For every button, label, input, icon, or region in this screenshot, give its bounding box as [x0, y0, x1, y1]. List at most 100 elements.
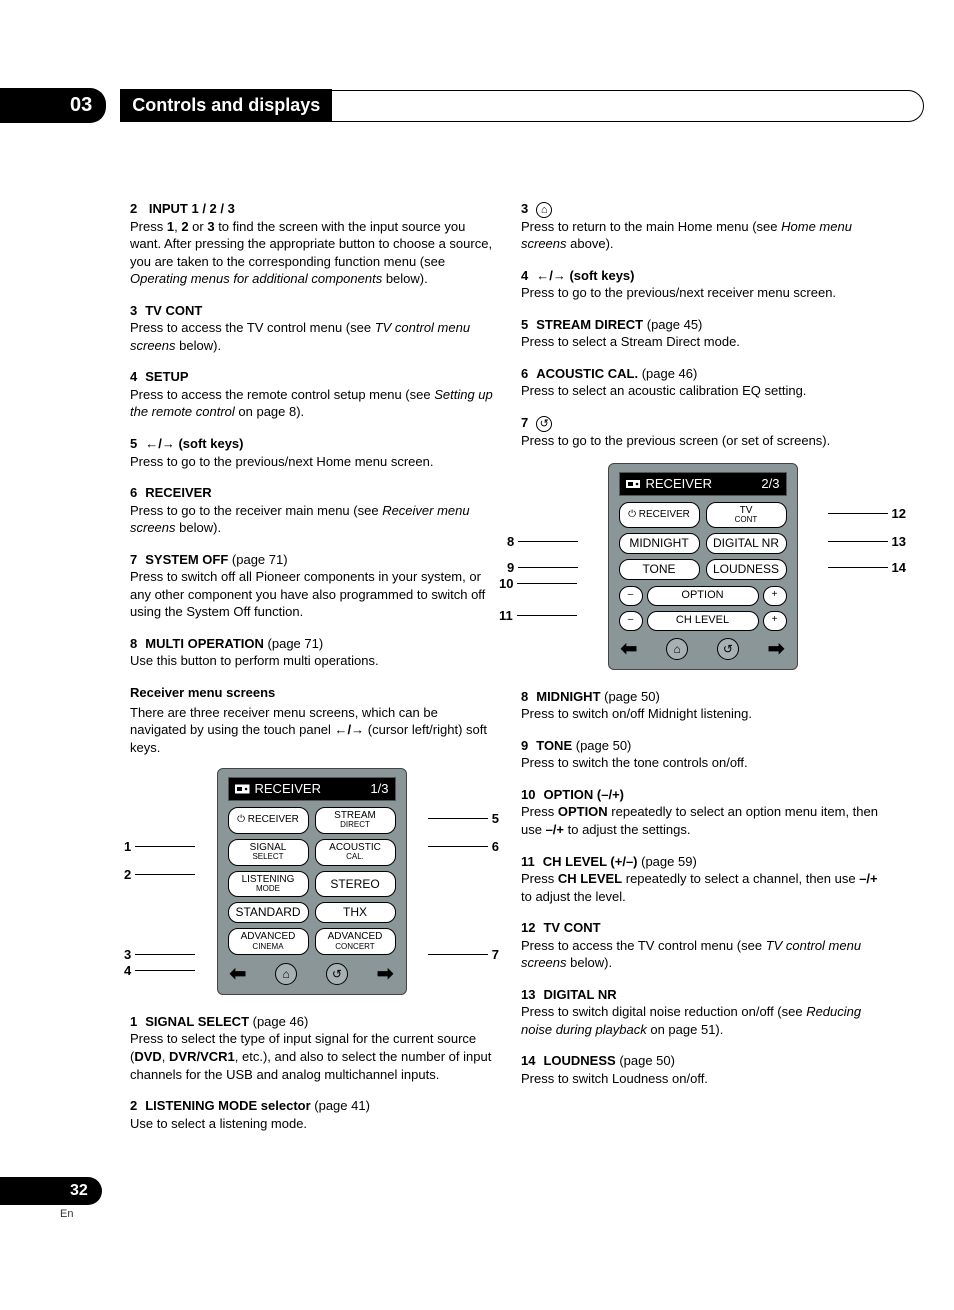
- item-systemoff: 7SYSTEM OFF (page 71) Press to switch of…: [130, 551, 493, 621]
- item-body: Press to switch the tone controls on/off…: [521, 754, 884, 772]
- btn-advanced-cinema[interactable]: ADVANCEDCINEMA: [228, 928, 309, 955]
- btn-standard[interactable]: STANDARD: [228, 902, 309, 923]
- item-chlevel: 11CH LEVEL (+/–) (page 59) Press CH LEVE…: [521, 853, 884, 906]
- text: to adjust the settings.: [564, 822, 690, 837]
- text: below).: [567, 955, 613, 970]
- btn-option-minus[interactable]: –: [619, 586, 643, 606]
- remote-figure-1: 1 2 3 4 5 6 7 RECEIVER 1/3 ⏻ RECEIVER ST…: [130, 768, 493, 995]
- btn-advanced-concert[interactable]: ADVANCEDCONCERT: [315, 928, 396, 955]
- callout-8: 8: [507, 533, 578, 551]
- btn-listening-mode[interactable]: LISTENINGMODE: [228, 871, 309, 898]
- btn-chlevel-minus[interactable]: –: [619, 611, 643, 631]
- btn-option[interactable]: OPTION: [647, 586, 759, 606]
- page-ref: (page 41): [311, 1098, 370, 1113]
- item-number: 9: [521, 738, 528, 753]
- item-title: MULTI OPERATION: [145, 636, 264, 651]
- page-ref: (page 50): [616, 1053, 675, 1068]
- btn-option-plus[interactable]: +: [763, 586, 787, 606]
- btn-midnight[interactable]: MIDNIGHT: [619, 533, 700, 554]
- item-body: Press to select a Stream Direct mode.: [521, 333, 884, 351]
- item-softkeys-left: 5←/→ (soft keys) Press to go to the prev…: [130, 435, 493, 470]
- chapter-title: Controls and displays: [120, 89, 332, 121]
- callout-5: 5: [428, 810, 499, 828]
- nav-left-icon[interactable]: ⬅: [230, 961, 247, 988]
- text: above).: [567, 236, 614, 251]
- item-tone: 9TONE (page 50) Press to switch the tone…: [521, 737, 884, 772]
- section-receiver-menu: Receiver menu screens: [130, 684, 493, 702]
- btn-receiver-power[interactable]: ⏻ RECEIVER: [228, 807, 309, 834]
- arrows-icon: ←/→: [536, 268, 566, 283]
- remote-title-row: RECEIVER 2/3: [619, 472, 787, 496]
- nav-left-icon[interactable]: ⬅: [621, 636, 638, 663]
- home-icon: ⌂: [536, 202, 552, 218]
- item-title: ACOUSTIC CAL.: [536, 366, 638, 381]
- btn-digital-nr[interactable]: DIGITAL NR: [706, 533, 787, 554]
- chapter-number-badge: 03: [0, 88, 106, 123]
- item-number: 11: [521, 854, 535, 869]
- text: Press to access the TV control menu (see: [521, 938, 766, 953]
- btn-loudness[interactable]: LOUDNESS: [706, 559, 787, 580]
- btn-tone[interactable]: TONE: [619, 559, 700, 580]
- item-title: (soft keys): [175, 436, 244, 451]
- callout-6: 6: [428, 838, 499, 856]
- back-icon[interactable]: ↺: [326, 963, 348, 985]
- text: Press to return to the main Home menu (s…: [521, 219, 781, 234]
- text: on page 51).: [647, 1022, 724, 1037]
- btn-stereo[interactable]: STEREO: [315, 871, 396, 898]
- page-ref: (page 46): [249, 1014, 308, 1029]
- callout-3: 3: [124, 946, 195, 964]
- chapter-title-wrap: Controls and displays: [120, 90, 924, 122]
- btn-receiver-power[interactable]: ⏻ RECEIVER: [619, 502, 700, 529]
- nav-right-icon[interactable]: ➡: [768, 636, 785, 663]
- nav-right-icon[interactable]: ➡: [377, 961, 394, 988]
- text: to adjust the level.: [521, 889, 626, 904]
- btn-chlevel-plus[interactable]: +: [763, 611, 787, 631]
- item-number: 6: [521, 366, 528, 381]
- item-body: Press to switch off all Pioneer componen…: [130, 568, 493, 621]
- home-icon[interactable]: ⌂: [666, 638, 688, 660]
- item-number: 2: [130, 201, 137, 216]
- item-title: SETUP: [145, 369, 188, 384]
- item-title: LISTENING MODE selector: [145, 1098, 310, 1113]
- item-title: CH LEVEL (+/–): [543, 854, 638, 869]
- remote-nav-row: ⬅ ⌂ ↺ ➡: [619, 636, 787, 663]
- left-column: 2 INPUT 1 / 2 / 3 Press 1, 2 or 3 to fin…: [130, 200, 493, 1146]
- item-loudness: 14LOUDNESS (page 50) Press to switch Lou…: [521, 1052, 884, 1087]
- page-ref: (page 45): [643, 317, 702, 332]
- text: below).: [382, 271, 428, 286]
- item-number: 8: [130, 636, 137, 651]
- btn-chlevel[interactable]: CH LEVEL: [647, 611, 759, 631]
- callout-9: 9: [507, 559, 578, 577]
- remote-page: 1/3: [370, 780, 388, 798]
- btn-signal-select[interactable]: SIGNALSELECT: [228, 839, 309, 866]
- remote-page: 2/3: [761, 475, 779, 493]
- text: Press: [130, 219, 167, 234]
- callout-2: 2: [124, 866, 195, 884]
- remote-nav-row: ⬅ ⌂ ↺ ➡: [228, 961, 396, 988]
- page-header: 03 Controls and displays: [0, 88, 924, 123]
- item-body: Press to access the TV control menu (see…: [130, 319, 493, 354]
- bold: 2: [181, 219, 188, 234]
- page-number-badge: 32: [0, 1177, 102, 1205]
- remote-title-row: RECEIVER 1/3: [228, 777, 396, 801]
- btn-tv-cont[interactable]: TVCONT: [706, 502, 787, 529]
- item-midnight: 8MIDNIGHT (page 50) Press to switch on/o…: [521, 688, 884, 723]
- item-number: 5: [130, 436, 137, 451]
- item-number: 3: [521, 201, 528, 216]
- bold: OPTION: [558, 804, 608, 819]
- bold: DVR/VCR1: [169, 1049, 235, 1064]
- item-title: OPTION (–/+): [543, 787, 624, 802]
- item-body: Press to select the type of input signal…: [130, 1030, 493, 1083]
- item-number: 7: [521, 415, 528, 430]
- back-icon[interactable]: ↺: [717, 638, 739, 660]
- item-title: TV CONT: [543, 920, 600, 935]
- item-body: Press CH LEVEL repeatedly to select a ch…: [521, 870, 884, 905]
- item-back: 7↺ Press to go to the previous screen (o…: [521, 414, 884, 449]
- btn-thx[interactable]: THX: [315, 902, 396, 923]
- home-icon[interactable]: ⌂: [275, 963, 297, 985]
- text: ,: [162, 1049, 169, 1064]
- btn-acoustic-cal[interactable]: ACOUSTICCAL.: [315, 839, 396, 866]
- btn-stream-direct[interactable]: STREAMDIRECT: [315, 807, 396, 834]
- item-number: 10: [521, 787, 535, 802]
- item-number: 2: [130, 1098, 137, 1113]
